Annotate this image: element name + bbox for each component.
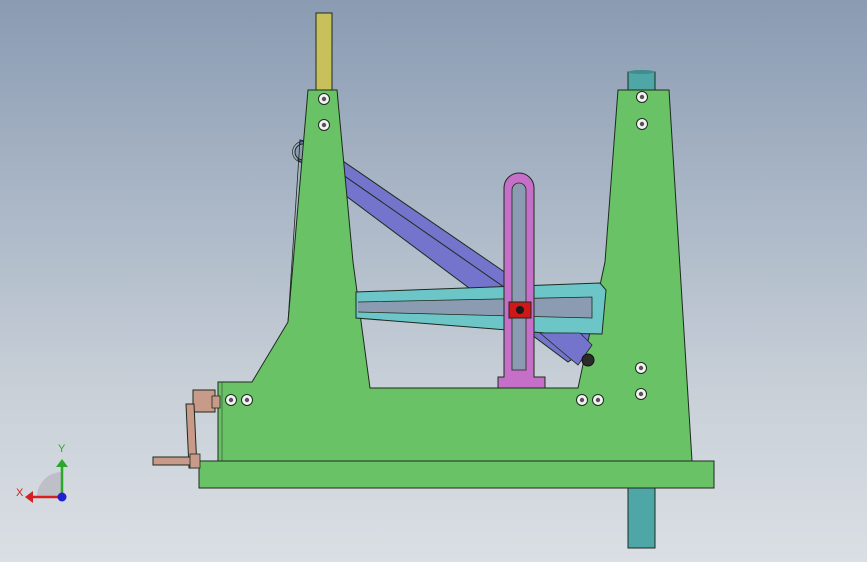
pivot-pin	[581, 353, 595, 367]
cad-graphics-viewport[interactable]: Y X	[0, 0, 867, 562]
bolt	[635, 388, 647, 400]
bolt	[592, 394, 604, 406]
top-guide-rod[interactable]	[315, 12, 333, 94]
bolt	[636, 118, 648, 130]
y-axis-arrowhead	[56, 459, 68, 467]
bolt	[318, 119, 330, 131]
slider-block[interactable]	[508, 301, 532, 319]
bolt	[225, 394, 237, 406]
bolt	[318, 93, 330, 105]
bolt	[241, 394, 253, 406]
slide-plate[interactable]	[355, 282, 607, 335]
model-scene[interactable]	[0, 0, 867, 562]
base-plate[interactable]	[198, 460, 715, 489]
bolt	[636, 91, 648, 103]
right-guide-rod-top	[628, 70, 655, 74]
x-axis-arrowhead	[25, 491, 33, 503]
z-axis-dot	[57, 492, 67, 502]
reference-triad	[25, 459, 68, 503]
slotted-guide[interactable]	[497, 172, 546, 389]
crank-handle[interactable]	[152, 389, 221, 469]
triad-y-label: Y	[58, 443, 66, 455]
triad-x-label: X	[16, 487, 24, 499]
bolt	[635, 362, 647, 374]
bolt	[576, 394, 588, 406]
